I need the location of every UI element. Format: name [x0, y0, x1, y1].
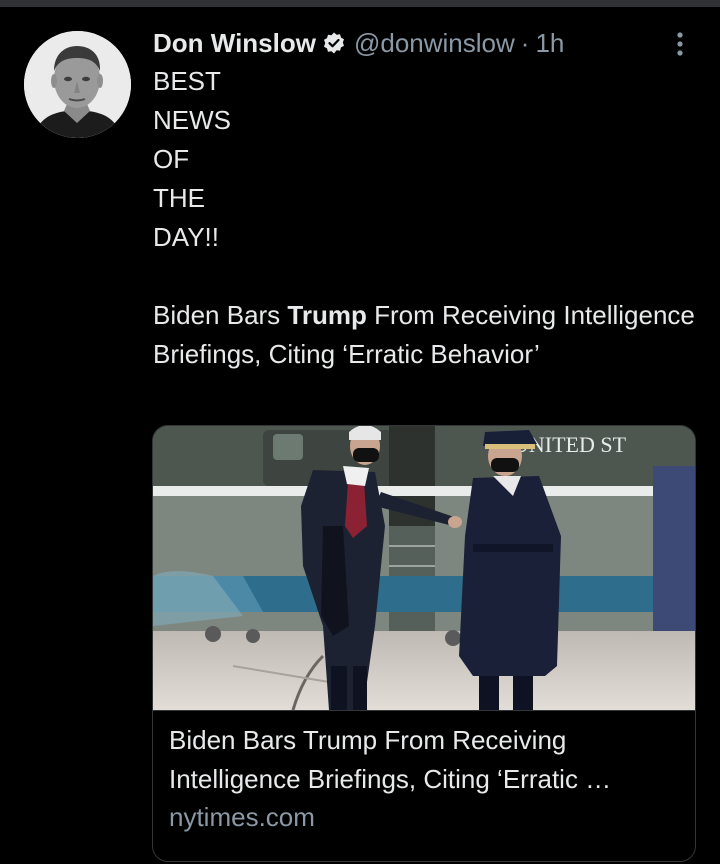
tweet-line: THE: [153, 183, 205, 213]
card-domain[interactable]: nytimes.com: [169, 799, 679, 835]
link-card[interactable]: UNITED ST Biden Bars Trump From Receivin…: [152, 425, 696, 862]
tweet-line: NEWS: [153, 105, 231, 135]
card-title-line: Biden Bars Trump From Receiving: [169, 725, 567, 755]
top-divider: [0, 0, 720, 7]
headline-text: Biden Bars: [153, 300, 288, 330]
header-separator: ·: [520, 27, 530, 58]
tweet-header: Don Winslow @donwinslow · 1h: [153, 24, 698, 62]
author-handle[interactable]: @donwinslow: [354, 28, 515, 59]
card-title-line: Intelligence Briefings, Citing ‘Erratic …: [169, 764, 612, 794]
author-display-name[interactable]: Don Winslow: [153, 28, 316, 59]
tweet-line: OF: [153, 144, 190, 174]
tweet-timestamp[interactable]: 1h: [535, 28, 564, 59]
card-title[interactable]: Biden Bars Trump From Receiving Intellig…: [169, 721, 679, 799]
headline-bold-text: Trump: [287, 300, 367, 330]
tweet-headline: Biden Bars Trump From Receiving Intellig…: [153, 296, 698, 374]
card-meta: Biden Bars Trump From Receiving Intellig…: [153, 711, 695, 835]
avatar-photo: [24, 31, 131, 138]
card-image[interactable]: UNITED ST: [153, 426, 695, 711]
tweet-line: BEST: [153, 66, 221, 96]
more-vertical-icon[interactable]: [670, 30, 690, 58]
tweet-line: DAY!!: [153, 222, 219, 252]
tweet: Don Winslow @donwinslow · 1h BEST NEWS O…: [153, 24, 698, 374]
verified-badge-icon: [323, 32, 344, 54]
avatar[interactable]: [24, 31, 131, 138]
tweet-text: BEST NEWS OF THE DAY!! Biden Bars Trump …: [153, 62, 698, 374]
